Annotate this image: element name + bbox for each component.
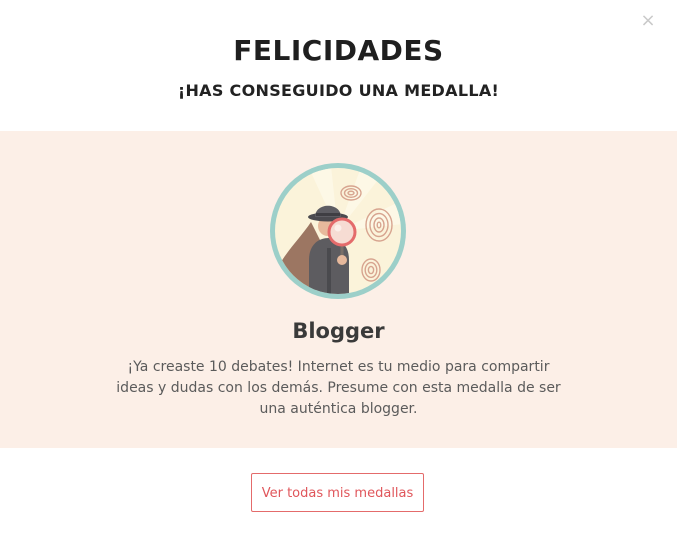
achievement-modal: × FELICIDADES ¡HAS CONSEGUIDO UNA MEDALL… [0, 0, 677, 537]
badge-name: Blogger [292, 319, 385, 343]
badge-panel: Blogger ¡Ya creaste 10 debates! Internet… [0, 131, 677, 448]
modal-subtitle: ¡HAS CONSEGUIDO UNA MEDALLA! [177, 81, 500, 100]
badge-description: ¡Ya creaste 10 debates! Internet es tu m… [116, 359, 561, 417]
modal-title: FELICIDADES [233, 34, 444, 67]
modal-header: FELICIDADES ¡HAS CONSEGUIDO UNA MEDALLA! [0, 0, 677, 131]
detective-magnifier-fingerprints-icon [270, 163, 406, 299]
view-all-badges-button[interactable]: Ver todas mis medallas [251, 473, 424, 512]
